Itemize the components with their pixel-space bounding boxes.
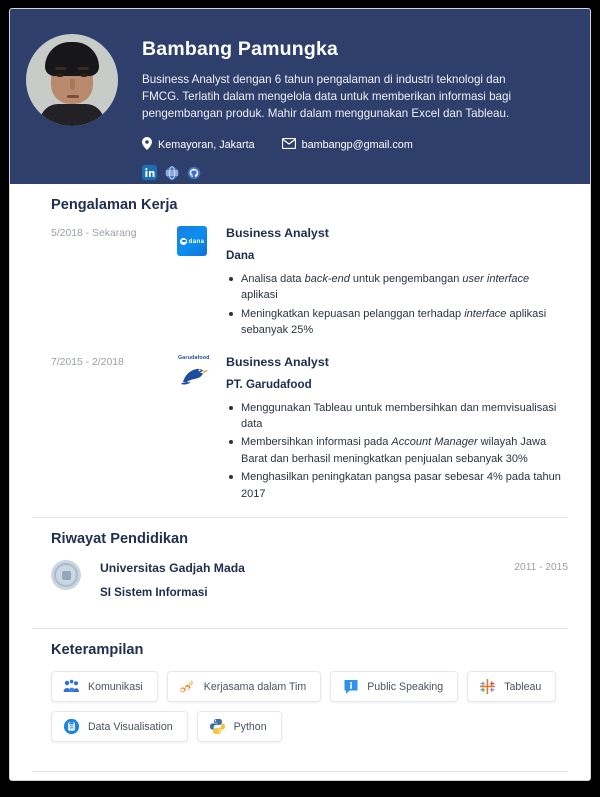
- job-bullets: Menggunakan Tableau untuk membersihkan d…: [226, 400, 564, 502]
- linkedin-icon[interactable]: [142, 165, 157, 181]
- avatar-shirt: [40, 104, 104, 126]
- section-title-experience: Pengalaman Kerja: [51, 197, 178, 213]
- experience-details: Business Analyst Dana Analisa data back-…: [226, 226, 568, 341]
- skill-label: Tableau: [504, 680, 542, 693]
- globe-icon[interactable]: [164, 165, 179, 180]
- contact-row: Kemayoran, Jakarta bambangp@gmail.com: [142, 137, 568, 153]
- avatar: [26, 34, 118, 126]
- skill-chip-data-visualisation[interactable]: Data Visualisation: [51, 711, 188, 743]
- ugm-seal-icon: [51, 560, 100, 591]
- dana-dot-icon: [179, 237, 187, 245]
- skill-label: Python: [233, 720, 267, 733]
- data-circle-icon: [63, 718, 80, 735]
- page-title: Bambang Pamungka: [142, 38, 339, 60]
- envelope-icon: [281, 138, 302, 152]
- avatar-brow-left: [55, 67, 66, 70]
- skill-chip-public-speaking[interactable]: Public Speaking: [330, 671, 459, 703]
- location-text: Kemayoran, Jakarta: [158, 139, 255, 152]
- tableau-icon: [479, 678, 496, 695]
- job-company: Dana: [226, 249, 255, 262]
- gears-icon: [179, 678, 196, 695]
- experience-date: 5/2018 - Sekarang: [51, 228, 137, 239]
- job-bullet: Membersihkan informasi pada Account Mana…: [226, 434, 564, 467]
- experience-details: Business Analyst PT. Garudafood Mengguna…: [226, 355, 568, 504]
- skill-chip-tableau[interactable]: Tableau: [467, 671, 557, 703]
- garuda-eagle-icon: [181, 368, 209, 385]
- section-skills: Keterampilan Komunikasi Kerjasama dalam …: [32, 628, 568, 758]
- job-company: PT. Garudafood: [226, 377, 312, 391]
- section-certifications: Certifications Certificate Associate in …: [32, 771, 568, 780]
- section-title-education: Riwayat Pendidikan: [51, 531, 189, 548]
- github-icon[interactable]: [186, 165, 201, 180]
- skill-label: Data Visualisation: [88, 720, 173, 733]
- avatar-brow-right: [78, 67, 89, 70]
- social-links: [142, 165, 568, 181]
- section-education: Riwayat Pendidikan Universitas Gadjah Ma…: [32, 517, 568, 615]
- education-item: Universitas Gadjah Mada SI Sistem Inform…: [32, 560, 568, 599]
- skill-chip-python[interactable]: Python: [196, 711, 282, 743]
- avatar-mouth: [67, 95, 79, 98]
- experience-item: 7/2015 - 2/2018 Garudafood Business Anal…: [32, 355, 568, 504]
- company-logo-garudafood: Garudafood: [177, 355, 226, 504]
- dana-logo-text: dana: [188, 237, 205, 245]
- location-pin-icon: [142, 137, 158, 153]
- experience-item: 5/2018 - Sekarang dana Business Analyst …: [32, 226, 568, 341]
- resume-page: Bambang Pamungka Business Analyst dengan…: [9, 8, 591, 781]
- section-experience: Pengalaman Kerja 5/2018 - Sekarang dana …: [32, 184, 568, 504]
- skill-label: Public Speaking: [367, 680, 444, 693]
- section-title-skills: Keterampilan: [51, 642, 144, 659]
- company-logo-dana: dana: [177, 226, 226, 341]
- people-group-icon: [63, 678, 80, 695]
- education-school: Universitas Gadjah Mada: [100, 561, 245, 576]
- education-degree: SI Sistem Informasi: [100, 586, 208, 600]
- contact-location: Kemayoran, Jakarta: [142, 137, 255, 153]
- job-bullet: Menghasilkan peningkatan pangsa pasar se…: [226, 469, 564, 502]
- skill-chip-kerjasama[interactable]: Kerjasama dalam Tim: [166, 671, 322, 703]
- job-bullets: Analisa data back-end untuk pengembangan…: [226, 271, 564, 339]
- experience-date: 7/2015 - 2/2018: [51, 356, 124, 368]
- email-text: bambangp@gmail.com: [301, 139, 413, 152]
- resume-body: Pengalaman Kerja 5/2018 - Sekarang dana …: [10, 184, 590, 780]
- profile-summary: Business Analyst dengan 6 tahun pengalam…: [142, 73, 512, 120]
- resume-header: Bambang Pamungka Business Analyst dengan…: [10, 9, 590, 184]
- job-bullet: Menggunakan Tableau untuk membersihkan d…: [226, 400, 564, 433]
- avatar-eye-left: [56, 73, 64, 77]
- job-bullet: Analisa data back-end untuk pengembangan…: [226, 271, 564, 304]
- job-title: Business Analyst: [226, 354, 329, 369]
- skill-chip-komunikasi[interactable]: Komunikasi: [51, 671, 158, 703]
- job-title: Business Analyst: [226, 226, 329, 240]
- skill-label: Kerjasama dalam Tim: [203, 680, 307, 693]
- job-bullet: Meningkatkan kepuasan pelanggan terhadap…: [226, 306, 564, 339]
- education-date: 2011 - 2015: [514, 562, 568, 574]
- skill-chip-list: Komunikasi Kerjasama dalam Tim Public Sp…: [32, 671, 568, 743]
- avatar-nose: [70, 79, 75, 90]
- avatar-hair: [45, 42, 99, 76]
- header-content: Bambang Pamungka Business Analyst dengan…: [142, 28, 568, 181]
- avatar-eye-right: [80, 73, 88, 77]
- skill-label: Komunikasi: [88, 680, 143, 693]
- python-icon: [209, 718, 226, 735]
- info-bubble-icon: [342, 678, 359, 695]
- garudafood-logo-text: Garudafood: [178, 354, 210, 361]
- contact-email[interactable]: bambangp@gmail.com: [281, 138, 413, 152]
- education-details: Universitas Gadjah Mada SI Sistem Inform…: [100, 560, 514, 599]
